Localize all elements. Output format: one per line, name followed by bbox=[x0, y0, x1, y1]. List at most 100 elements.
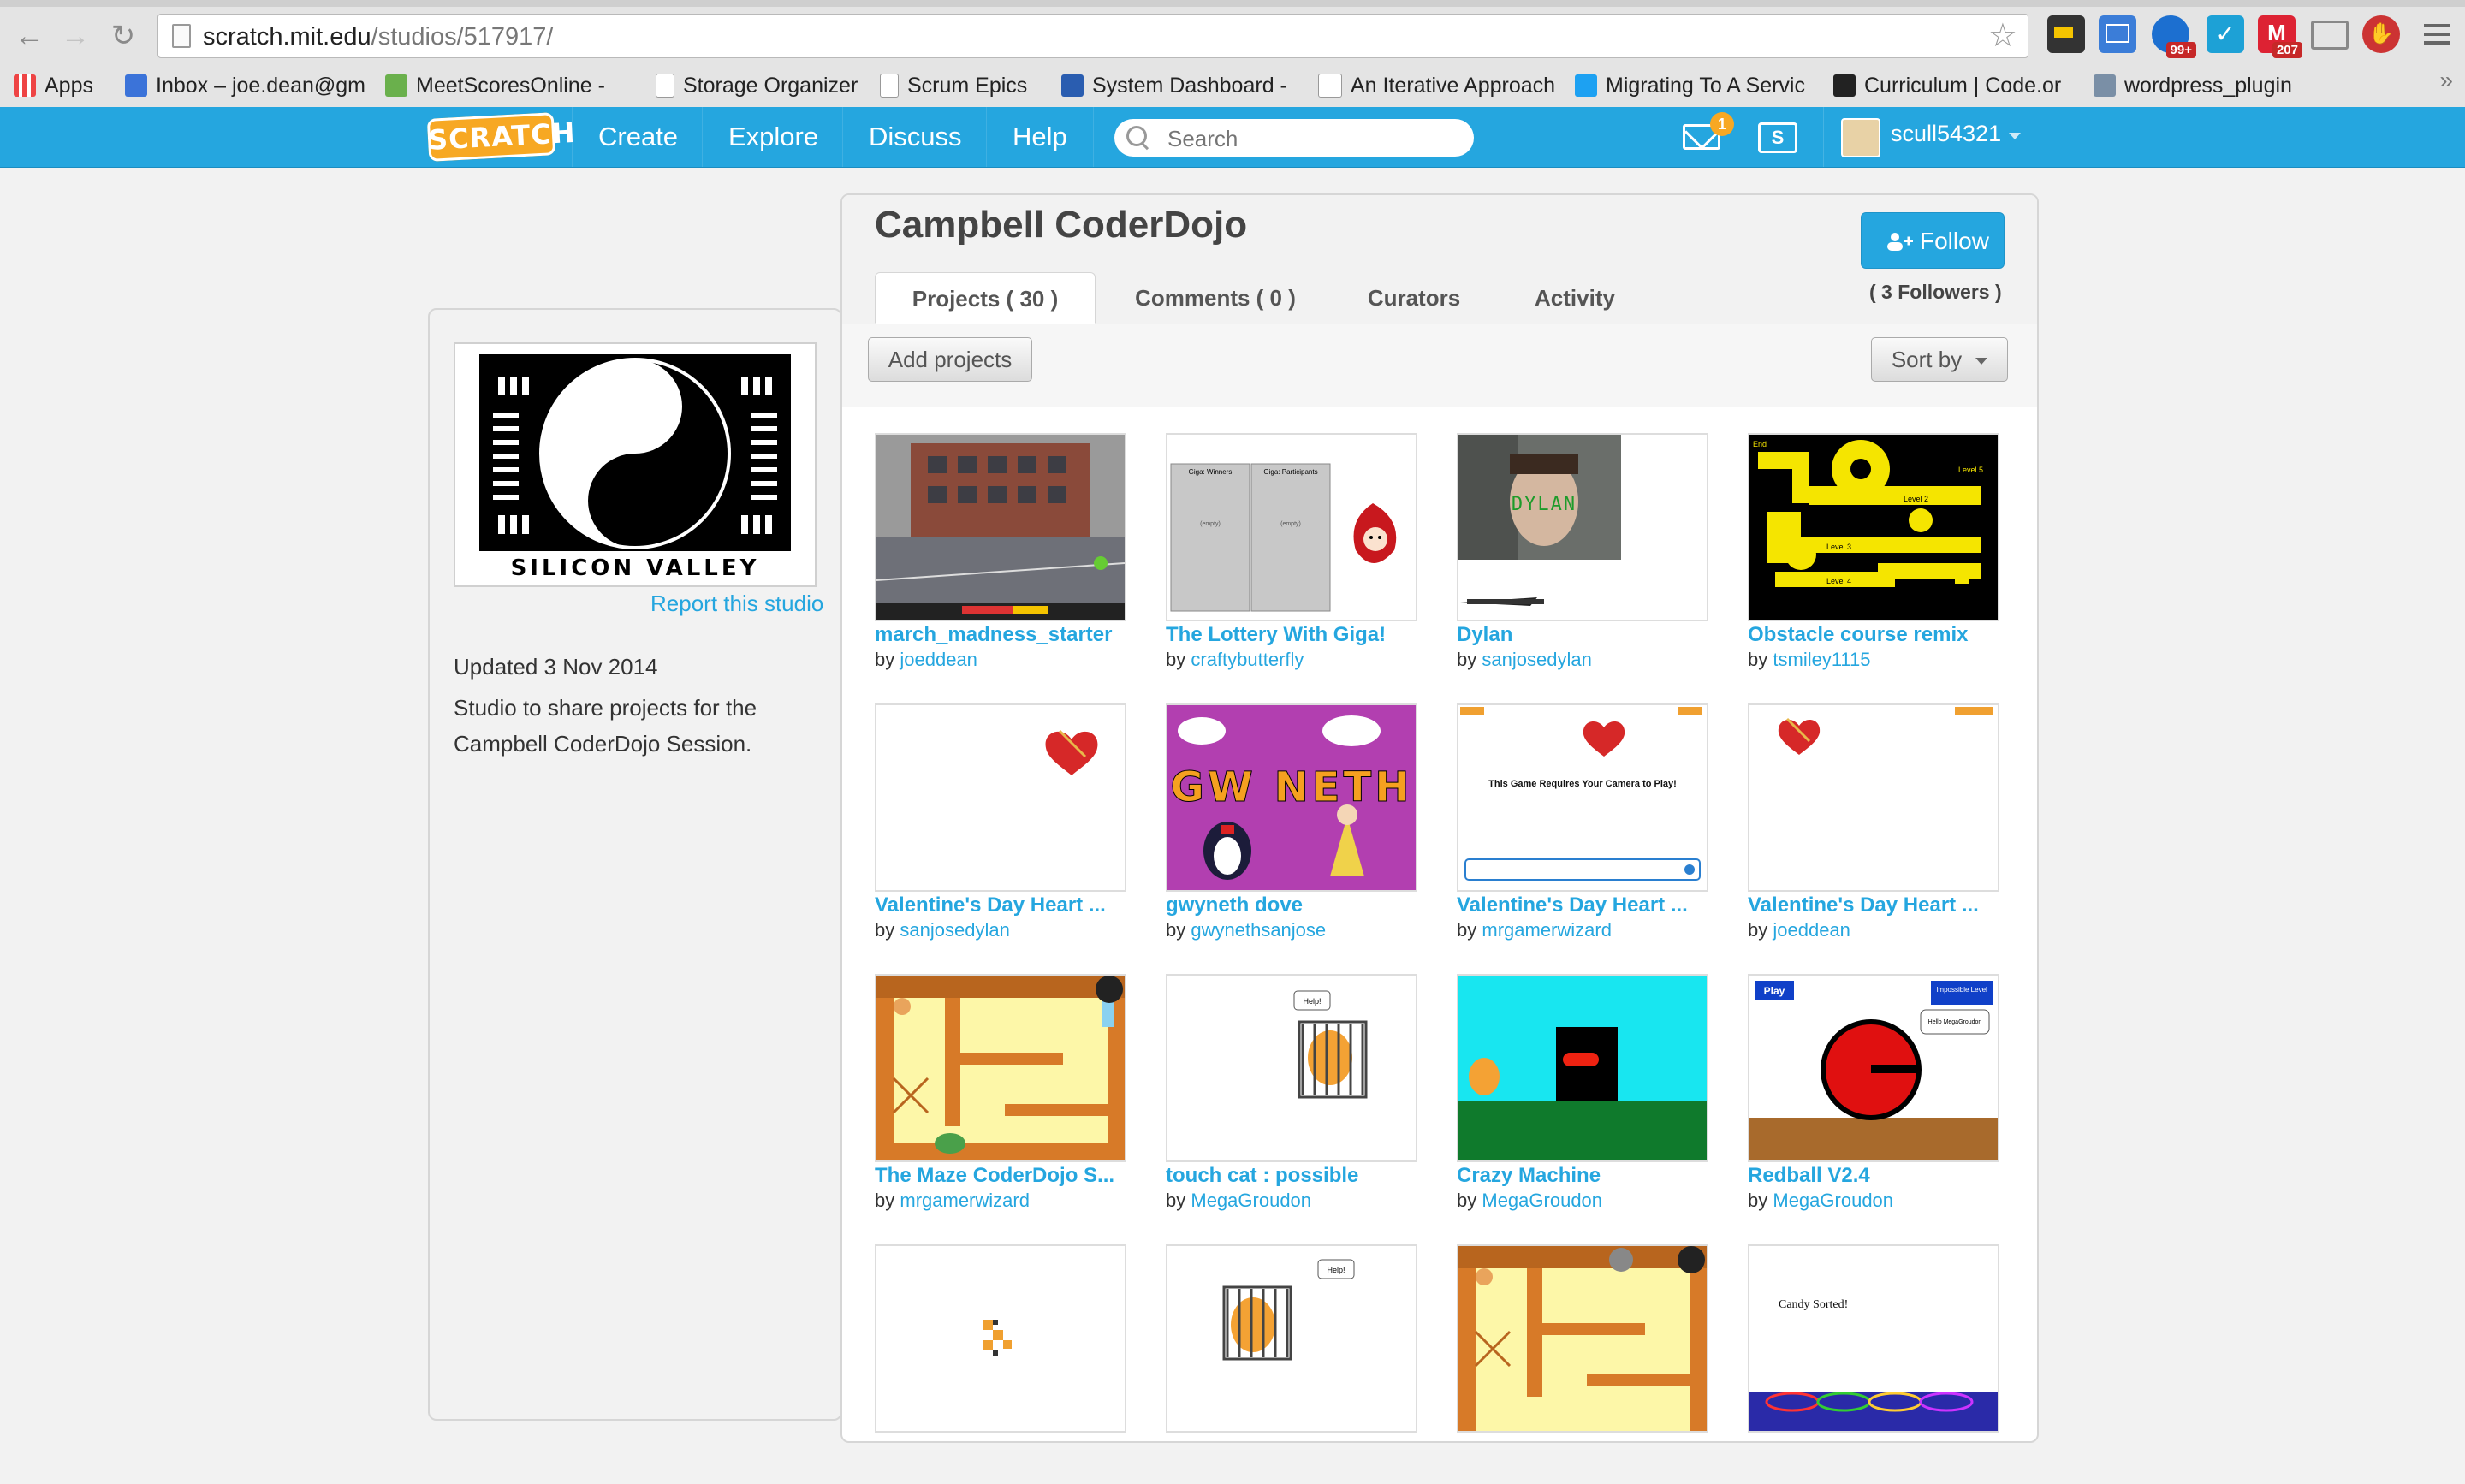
project-author[interactable]: sanjosedylan bbox=[900, 919, 1009, 941]
project-card[interactable]: Help! bbox=[1166, 1244, 1417, 1484]
nav-help[interactable]: Help bbox=[986, 107, 1094, 167]
project-card[interactable]: GW NETH gwyneth dove by gwynethsanjose bbox=[1166, 703, 1417, 943]
project-card[interactable]: The Maze CoderDojo S... by mrgamerwizard bbox=[875, 974, 1126, 1214]
project-title[interactable]: Obstacle course remix bbox=[1748, 623, 1999, 647]
project-thumbnail[interactable]: This Game Requires Your Camera to Play! bbox=[1457, 703, 1708, 892]
tab-activity[interactable]: Activity bbox=[1506, 272, 1643, 324]
gmail-icon[interactable]: M 207 bbox=[2258, 15, 2302, 58]
project-title[interactable]: Redball V2.4 bbox=[1748, 1164, 1999, 1188]
project-card[interactable]: march_madness_starter by joeddean bbox=[875, 433, 1126, 673]
project-title[interactable]: Valentine's Day Heart ... bbox=[875, 893, 1126, 917]
project-author[interactable]: MegaGroudon bbox=[1482, 1190, 1602, 1211]
project-title[interactable]: gwyneth dove bbox=[1166, 893, 1417, 917]
tab-curators[interactable]: Curators bbox=[1345, 272, 1482, 324]
search-input[interactable] bbox=[1166, 124, 1460, 153]
bookmark-migrating[interactable]: Migrating To A Servic bbox=[1575, 67, 1805, 104]
scratch-logo[interactable]: SCRATCH bbox=[426, 112, 576, 162]
nav-create[interactable]: Create bbox=[572, 107, 704, 167]
bookmark-system-dashboard[interactable]: System Dashboard - bbox=[1061, 67, 1287, 104]
tab-projects[interactable]: Projects ( 30 ) bbox=[875, 272, 1096, 324]
user-menu[interactable]: scull54321 bbox=[1823, 107, 2021, 167]
search-box[interactable] bbox=[1114, 119, 1474, 157]
project-title[interactable]: The Lottery With Giga! bbox=[1166, 623, 1417, 647]
nav-discuss[interactable]: Discuss bbox=[842, 107, 988, 167]
bookmark-inbox[interactable]: Inbox – joe.dean@gm bbox=[125, 67, 365, 104]
project-thumbnail[interactable]: GW NETH bbox=[1166, 703, 1417, 892]
bookmark-star-icon[interactable]: ☆ bbox=[1988, 19, 2017, 53]
adblock-hand-icon[interactable]: ✋ bbox=[2362, 15, 2400, 53]
bookmarks-overflow[interactable]: » bbox=[2439, 67, 2453, 94]
project-thumbnail[interactable]: Play Impossible Level Hello MegaGroudon bbox=[1748, 974, 1999, 1162]
project-card[interactable] bbox=[1457, 1244, 1708, 1484]
project-title[interactable]: touch cat : possible bbox=[1166, 1164, 1417, 1188]
project-author[interactable]: mrgamerwizard bbox=[1482, 919, 1612, 941]
project-thumbnail[interactable] bbox=[875, 1244, 1126, 1433]
extension-window-icon[interactable] bbox=[2099, 15, 2136, 53]
project-thumbnail[interactable] bbox=[875, 433, 1126, 621]
project-card[interactable]: Valentine's Day Heart ... by sanjosedyla… bbox=[875, 703, 1126, 943]
project-title[interactable]: Dylan bbox=[1457, 623, 1708, 647]
project-card[interactable]: Candy Sorted! bbox=[1748, 1244, 1999, 1484]
sort-by-dropdown[interactable]: Sort by bbox=[1871, 337, 2008, 382]
bookmark-apps[interactable]: Apps bbox=[14, 67, 93, 104]
project-thumbnail[interactable] bbox=[1457, 974, 1708, 1162]
project-thumbnail[interactable]: DYLAN bbox=[1457, 433, 1708, 621]
project-thumbnail[interactable] bbox=[875, 974, 1126, 1162]
cast-icon[interactable] bbox=[2311, 21, 2349, 50]
project-author[interactable]: MegaGroudon bbox=[1191, 1190, 1311, 1211]
project-title[interactable]: Valentine's Day Heart ... bbox=[1457, 893, 1708, 917]
project-author[interactable]: craftybutterfly bbox=[1191, 649, 1304, 670]
forward-arrow-icon[interactable]: → bbox=[58, 19, 92, 53]
project-author[interactable]: mrgamerwizard bbox=[900, 1190, 1030, 1211]
lottery-empty: (empty) bbox=[1200, 521, 1221, 527]
back-arrow-icon[interactable]: ← bbox=[12, 19, 46, 53]
project-author[interactable]: joeddean bbox=[900, 649, 977, 670]
url-text[interactable]: scratch.mit.edu/studios/517917/ bbox=[203, 23, 553, 51]
address-bar[interactable]: scratch.mit.edu/studios/517917/ ☆ bbox=[157, 14, 2028, 58]
tab-comments[interactable]: Comments ( 0 ) bbox=[1113, 272, 1318, 324]
reload-icon[interactable]: ↻ bbox=[106, 19, 140, 53]
bookmark-storage-organizer[interactable]: Storage Organizer bbox=[656, 67, 858, 104]
extension-reader-icon[interactable]: 99+ bbox=[2152, 15, 2196, 58]
my-stuff-icon[interactable]: S bbox=[1758, 122, 1797, 153]
project-title[interactable]: march_madness_starter bbox=[875, 623, 1126, 647]
project-thumbnail[interactable] bbox=[875, 703, 1126, 892]
menu-icon[interactable] bbox=[2417, 15, 2455, 53]
bookmark-meetscores[interactable]: MeetScoresOnline - bbox=[385, 67, 605, 104]
project-card[interactable]: Play Impossible Level Hello MegaGroudon … bbox=[1748, 974, 1999, 1214]
project-card[interactable]: Valentine's Day Heart ... by joeddean bbox=[1748, 703, 1999, 943]
add-projects-button[interactable]: Add projects bbox=[868, 337, 1032, 382]
project-thumbnail[interactable] bbox=[1748, 703, 1999, 892]
project-card[interactable]: End Level 1 Level 2 Level 3 Level 4 Leve… bbox=[1748, 433, 1999, 673]
project-author[interactable]: tsmiley1115 bbox=[1773, 649, 1870, 670]
project-thumbnail[interactable]: Giga: Winners Giga: Participants (empty)… bbox=[1166, 433, 1417, 621]
extension-check-icon[interactable]: ✓ bbox=[2207, 15, 2244, 53]
project-thumbnail[interactable]: End Level 1 Level 2 Level 3 Level 4 Leve… bbox=[1748, 433, 1999, 621]
bookmark-iterative-approach[interactable]: An Iterative Approach bbox=[1318, 67, 1555, 104]
project-author[interactable]: MegaGroudon bbox=[1773, 1190, 1893, 1211]
project-title[interactable]: The Maze CoderDojo S... bbox=[875, 1164, 1126, 1188]
project-thumbnail[interactable]: Help! bbox=[1166, 974, 1417, 1162]
project-author[interactable]: joeddean bbox=[1773, 919, 1850, 941]
project-thumbnail[interactable]: Help! bbox=[1166, 1244, 1417, 1433]
follow-button[interactable]: Follow bbox=[1861, 212, 2005, 269]
project-card[interactable]: DYLAN Dylan by sanjosedylan bbox=[1457, 433, 1708, 673]
report-studio-link[interactable]: Report this studio bbox=[650, 591, 823, 617]
bookmark-curriculum[interactable]: Curriculum | Code.or bbox=[1833, 67, 2061, 104]
project-thumbnail[interactable]: Candy Sorted! bbox=[1748, 1244, 1999, 1433]
bookmark-wordpress-plugin[interactable]: wordpress_plugin bbox=[2094, 67, 2292, 104]
bookmark-scrum-epics[interactable]: Scrum Epics bbox=[880, 67, 1027, 104]
project-card[interactable]: Crazy Machine by MegaGroudon bbox=[1457, 974, 1708, 1214]
project-card[interactable] bbox=[875, 1244, 1126, 1484]
extension-arrow-icon[interactable] bbox=[2047, 15, 2085, 53]
project-card[interactable]: Help! touch cat : possible by MegaGroudo… bbox=[1166, 974, 1417, 1214]
obstacle-label: End bbox=[1753, 440, 1767, 448]
nav-explore[interactable]: Explore bbox=[702, 107, 844, 167]
project-card[interactable]: Giga: Winners Giga: Participants (empty)… bbox=[1166, 433, 1417, 673]
project-author[interactable]: sanjosedylan bbox=[1482, 649, 1591, 670]
project-title[interactable]: Valentine's Day Heart ... bbox=[1748, 893, 1999, 917]
project-card[interactable]: This Game Requires Your Camera to Play! … bbox=[1457, 703, 1708, 943]
project-thumbnail[interactable] bbox=[1457, 1244, 1708, 1433]
project-author[interactable]: gwynethsanjose bbox=[1191, 919, 1326, 941]
project-title[interactable]: Crazy Machine bbox=[1457, 1164, 1708, 1188]
